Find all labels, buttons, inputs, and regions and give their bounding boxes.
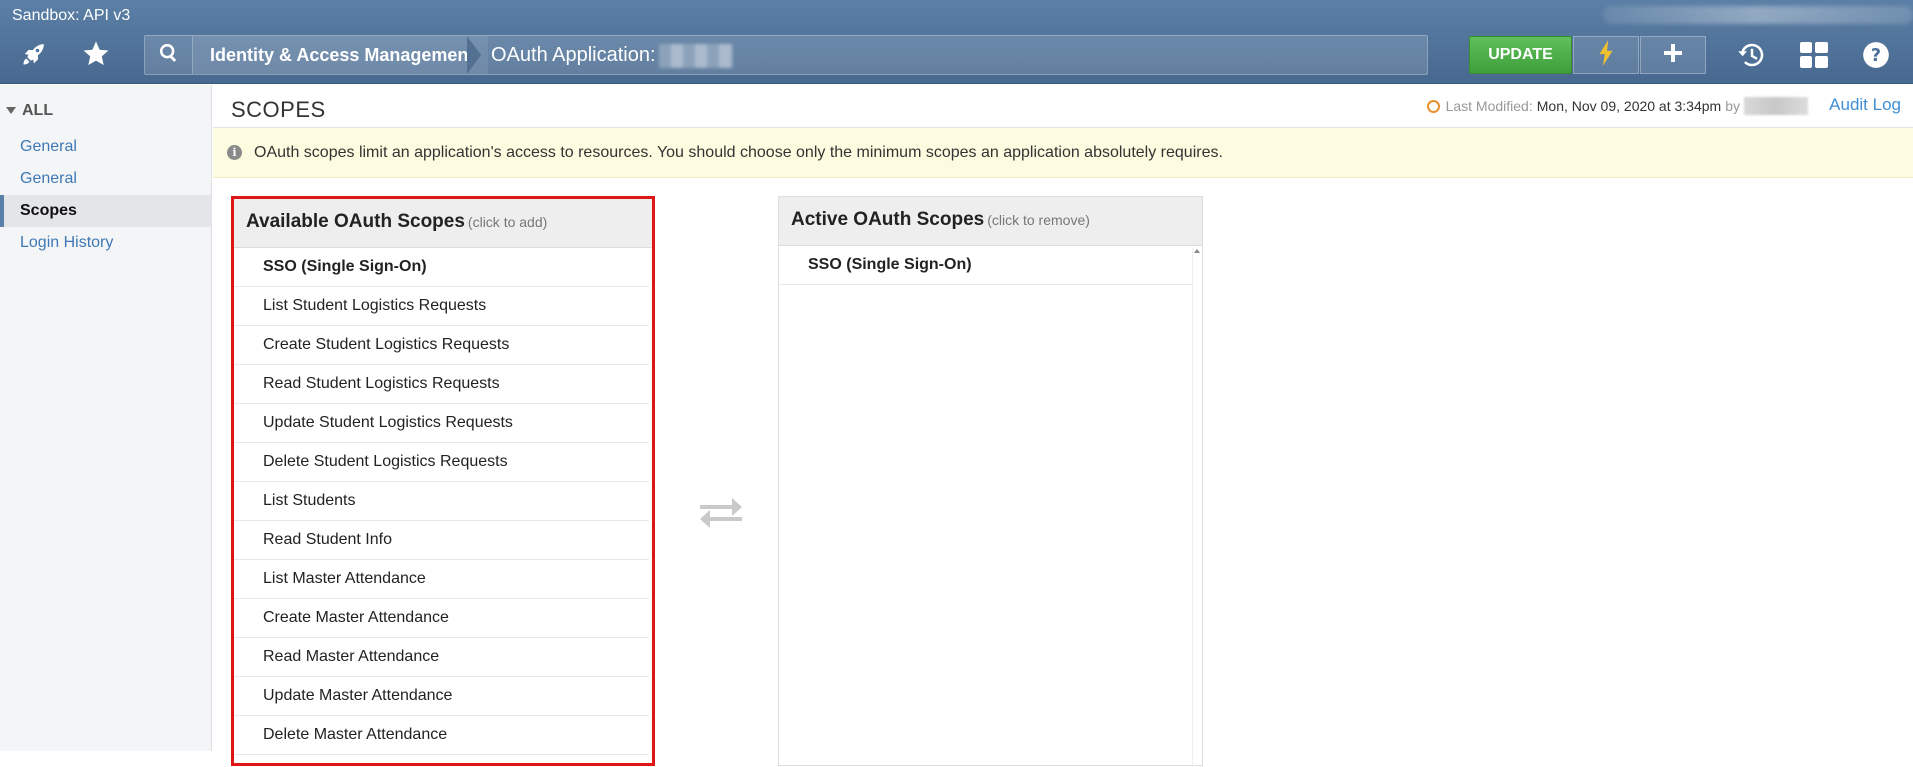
sidebar-item-general-2[interactable]: General — [0, 163, 212, 195]
sidebar: ALL General General Scopes Login History — [0, 85, 212, 751]
scope-item[interactable]: Delete Master Attendance — [234, 716, 649, 755]
modified-by-redacted — [1744, 97, 1808, 115]
scope-item[interactable]: List Students — [234, 482, 649, 521]
scope-item[interactable]: Create Student Logistics Requests — [234, 326, 649, 365]
page-title: SCOPES — [231, 97, 326, 122]
top-bar: Sandbox: API v3 Identity & Access Manage… — [0, 0, 1913, 84]
active-scopes-panel: Active OAuth Scopes (click to remove) SSO… — [778, 196, 1203, 767]
notice-text: OAuth scopes limit an application's acce… — [254, 143, 1223, 161]
clock-icon — [1426, 99, 1440, 113]
user-info-redacted — [1603, 6, 1913, 24]
apps-grid-icon[interactable] — [1794, 36, 1834, 74]
scope-item[interactable]: Read Student Logistics Requests — [234, 365, 649, 404]
search-button[interactable] — [145, 36, 193, 74]
lightning-bolt-icon — [1597, 39, 1615, 71]
caret-down-icon — [6, 107, 16, 115]
sidebar-item-scopes[interactable]: Scopes — [0, 195, 212, 227]
breadcrumb: Identity & Access Management OAuth Appli… — [144, 35, 1428, 75]
add-button[interactable] — [1640, 36, 1706, 74]
scope-item[interactable]: Delete Student Logistics Requests — [234, 443, 649, 482]
breadcrumb-separator — [467, 36, 481, 74]
last-modified-value: Mon, Nov 09, 2020 at 3:34pm — [1536, 98, 1722, 114]
scope-item[interactable]: SSO (Single Sign-On) — [779, 246, 1192, 285]
available-scopes-header: Available OAuth Scopes (click to add) — [234, 199, 652, 248]
scope-item[interactable]: Update Master Attendance — [234, 677, 649, 716]
main-content: SCOPES Last Modified: Mon, Nov 09, 2020 … — [213, 85, 1913, 767]
breadcrumb-page: OAuth Application: — [491, 44, 656, 66]
rocket-icon[interactable] — [14, 36, 54, 72]
scope-item[interactable]: Read Student Info — [234, 521, 649, 560]
sidebar-group-all[interactable]: ALL — [6, 102, 53, 120]
star-icon[interactable] — [76, 36, 116, 72]
scope-item[interactable]: Update Student Logistics Requests — [234, 404, 649, 443]
active-scopes-header: Active OAuth Scopes (click to remove) — [779, 197, 1202, 246]
scope-item[interactable]: Read Master Attendance — [234, 638, 649, 677]
last-modified: Last Modified: Mon, Nov 09, 2020 at 3:34… — [1426, 97, 1808, 115]
application-name-redacted — [659, 44, 733, 68]
environment-label: Sandbox: API v3 — [12, 7, 131, 24]
scope-item[interactable]: List Student Logistics Requests — [234, 287, 649, 326]
search-icon — [158, 42, 180, 69]
sidebar-item-general[interactable]: General — [0, 131, 212, 163]
scope-item[interactable]: SSO (Single Sign-On) — [234, 248, 649, 287]
audit-log-link[interactable]: Audit Log — [1829, 95, 1901, 115]
transfer-arrows-icon — [698, 495, 748, 535]
plus-icon — [1664, 43, 1682, 67]
scope-item[interactable]: Create Master Attendance — [234, 599, 649, 638]
svg-text:?: ? — [1871, 46, 1881, 66]
actions-button[interactable] — [1573, 36, 1639, 74]
scope-item[interactable]: List Master Attendance — [234, 560, 649, 599]
update-button[interactable]: UPDATE — [1469, 36, 1572, 74]
active-scopes-list: SSO (Single Sign-On) — [779, 246, 1202, 285]
available-scopes-panel: Available OAuth Scopes (click to add) SSO… — [231, 196, 655, 766]
scrollbar[interactable] — [1192, 247, 1202, 767]
sidebar-item-login-history[interactable]: Login History — [0, 227, 212, 259]
info-notice: i OAuth scopes limit an application's ac… — [213, 128, 1913, 178]
available-scopes-list: SSO (Single Sign-On) List Student Logisti… — [234, 248, 652, 755]
breadcrumb-section[interactable]: Identity & Access Management — [193, 36, 489, 74]
info-icon: i — [227, 145, 242, 160]
help-icon[interactable]: ? — [1856, 36, 1896, 74]
history-icon[interactable] — [1732, 36, 1772, 74]
scroll-up-arrow-icon[interactable] — [1194, 249, 1200, 253]
